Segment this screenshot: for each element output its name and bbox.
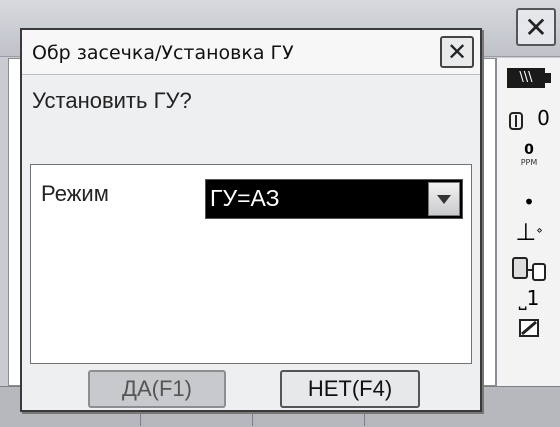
mode-select[interactable]: ГУ=АЗ [205,179,463,219]
set-angle-dialog: Обр засечка/Установка ГУ ✕ Установить ГУ… [20,28,482,412]
status-number: 0 [537,106,550,130]
dialog-close-button[interactable]: ✕ [440,36,474,68]
tilt-indicator: ⊥⋄ [515,218,543,246]
battery-icon: \\\ [507,68,551,88]
prism-constant: 0 [497,106,560,131]
ppm-indicator: 0 PPM [497,142,560,167]
pen-icon [519,319,539,337]
yes-button[interactable]: ДА(F1) [88,370,226,408]
laser-dot-icon: • [523,190,535,214]
status-panel: \\\ 0 0 PPM • ⊥⋄ ⎵1 [496,58,560,386]
mode-label: Режим [41,181,109,206]
mode-select-value: ГУ=АЗ [210,185,280,211]
ppm-label: PPM [520,158,538,167]
tilt-icon: ⊥ [515,218,537,246]
dialog-question: Установить ГУ? [32,88,192,113]
device-connection-icon [512,257,546,281]
target-icon [509,111,524,130]
page-number: 1 [526,286,540,310]
bluetooth-device-icon[interactable] [497,254,560,288]
input-mode-icon[interactable] [497,318,560,342]
dialog-title-bar: Обр засечка/Установка ГУ ✕ [22,30,480,75]
dialog-title: Обр засечка/Установка ГУ [32,42,294,64]
page-bracket-icon: ⎵ [518,286,527,310]
ppm-value: 0 [524,142,534,158]
background-close-button[interactable]: ✕ [516,8,556,46]
mode-panel: Режим ГУ=АЗ [30,164,472,364]
no-button[interactable]: НЕТ(F4) [280,370,420,408]
chevron-down-icon[interactable] [428,182,460,216]
page-indicator: ⎵1 [497,286,560,310]
